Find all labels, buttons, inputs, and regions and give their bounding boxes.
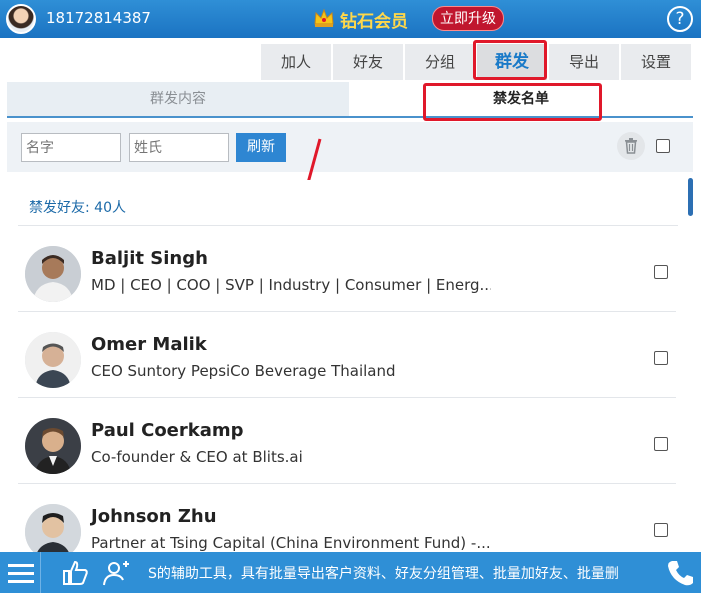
contact-name: Baljit Singh xyxy=(91,248,208,269)
row-checkbox[interactable] xyxy=(654,265,668,279)
marquee-text: S的辅助工具，具有批量导出客户资料、好友分组管理、批量加好友、批量删 xyxy=(148,566,619,582)
app-header: 18172814387 钻石会员 立即升级 ? xyxy=(0,0,701,38)
refresh-button[interactable]: 刷新 xyxy=(236,133,286,162)
first-name-input[interactable] xyxy=(21,133,121,162)
trash-icon xyxy=(625,138,637,154)
upgrade-button[interactable]: 立即升级 xyxy=(432,6,504,31)
filter-bar: 刷新 xyxy=(7,122,693,172)
subtab-broadcast-content[interactable]: 群发内容 xyxy=(7,82,349,116)
contact-name: Johnson Zhu xyxy=(91,506,217,527)
contact-name: Omer Malik xyxy=(91,334,207,355)
delete-button[interactable] xyxy=(617,132,645,160)
list-item[interactable]: Paul Coerkamp Co-founder & CEO at Blits.… xyxy=(18,398,676,484)
contact-photo xyxy=(25,418,81,474)
highlight-box-blocked-list xyxy=(423,83,602,121)
contact-photo xyxy=(25,332,81,388)
blocked-count: 禁发好友: 40人 xyxy=(29,200,126,216)
contact-title: Partner at Tsing Capital (China Environm… xyxy=(91,534,491,552)
thumbs-up-icon[interactable] xyxy=(60,558,90,588)
contact-title: MD | CEO | COO | SVP | Industry | Consum… xyxy=(91,276,491,294)
menu-icon[interactable] xyxy=(6,558,36,588)
main-tabs: 加人 好友 分组 群发 导出 设置 xyxy=(0,38,701,82)
tab-export[interactable]: 导出 xyxy=(549,44,619,80)
scrollbar-thumb[interactable] xyxy=(688,178,693,216)
list-item[interactable]: Johnson Zhu Partner at Tsing Capital (Ch… xyxy=(18,484,676,552)
last-name-input[interactable] xyxy=(129,133,229,162)
crown-icon xyxy=(314,8,334,27)
tab-groups[interactable]: 分组 xyxy=(405,44,475,80)
tab-friends[interactable]: 好友 xyxy=(333,44,403,80)
bottom-bar: S的辅助工具，具有批量导出客户资料、好友分组管理、批量加好友、批量删 xyxy=(0,552,701,593)
contact-photo xyxy=(25,504,81,552)
vip-label: 钻石会员 xyxy=(340,12,408,32)
highlight-box-broadcast-tab xyxy=(473,40,547,80)
user-avatar[interactable] xyxy=(6,4,36,34)
contact-title: Co-founder & CEO at Blits.ai xyxy=(91,448,303,466)
tab-add-people[interactable]: 加人 xyxy=(261,44,331,80)
divider xyxy=(40,552,41,593)
list-item[interactable]: Omer Malik CEO Suntory PepsiCo Beverage … xyxy=(18,312,676,398)
help-button[interactable]: ? xyxy=(667,6,693,32)
blocked-friends-panel: 禁发好友: 40人 Baljit Singh MD | CEO | COO | … xyxy=(14,180,688,552)
contact-title: CEO Suntory PepsiCo Beverage Thailand xyxy=(91,362,396,380)
contact-photo xyxy=(25,246,81,302)
row-checkbox[interactable] xyxy=(654,351,668,365)
list-item[interactable]: Baljit Singh MD | CEO | COO | SVP | Indu… xyxy=(18,226,676,312)
contact-name: Paul Coerkamp xyxy=(91,420,244,441)
add-user-icon[interactable] xyxy=(101,558,131,588)
select-all-checkbox[interactable] xyxy=(656,139,670,153)
row-checkbox[interactable] xyxy=(654,437,668,451)
row-checkbox[interactable] xyxy=(654,523,668,537)
tab-settings[interactable]: 设置 xyxy=(621,44,691,80)
user-phone: 18172814387 xyxy=(46,9,151,27)
phone-icon[interactable] xyxy=(665,558,695,588)
